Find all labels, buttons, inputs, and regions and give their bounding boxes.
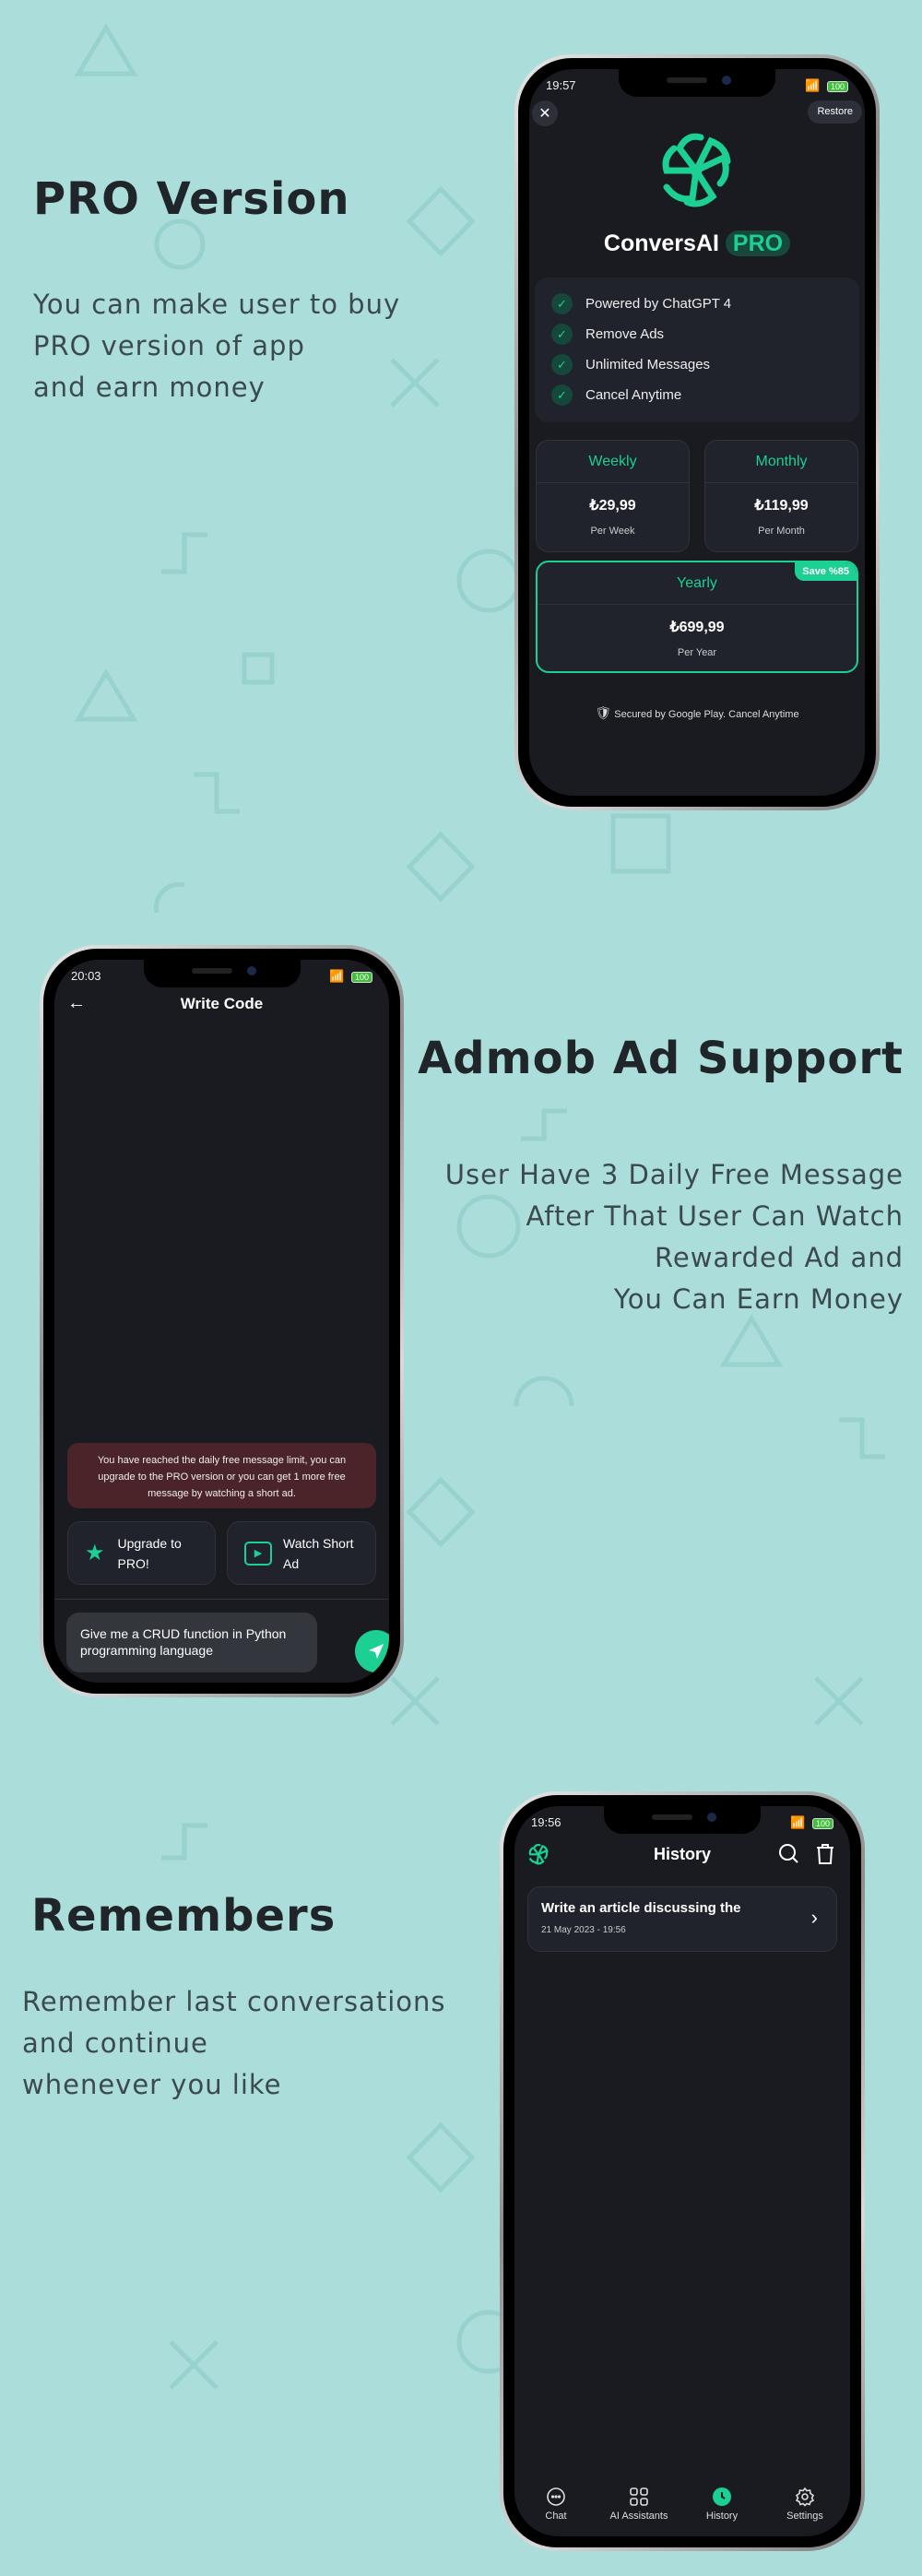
- description-line: User Have 3 Daily Free Message: [444, 1159, 904, 1190]
- shield-check-icon: 🛡︎: [595, 705, 612, 720]
- watch-label: Watch Short Ad: [283, 1535, 354, 1571]
- plan-period: Per Week: [590, 526, 635, 537]
- app-logo-icon: [662, 133, 731, 207]
- remembers-heading: Remembers: [31, 1890, 337, 1942]
- description-line: and earn money: [33, 372, 266, 403]
- description-line: You can make user to buy: [33, 289, 401, 320]
- nav-history[interactable]: History: [680, 2487, 763, 2522]
- description-line: Remember last conversations: [22, 1986, 446, 2017]
- feature-item: ✓ Cancel Anytime: [551, 380, 843, 410]
- nav-label: AI Assistants: [609, 2511, 668, 2522]
- plan-monthly[interactable]: Monthly ₺119,99 Per Month: [704, 440, 858, 552]
- status-bar: 20:03 📶 100: [71, 969, 372, 984]
- save-badge: Save %85: [795, 562, 857, 581]
- limit-notice: You have reached the daily free message …: [67, 1443, 376, 1508]
- plan-price: ₺119,99: [754, 498, 809, 514]
- admob-description: User Have 3 Daily Free Message After Tha…: [445, 1154, 904, 1320]
- check-icon: ✓: [551, 384, 573, 406]
- phone-history-screen: 19:56 📶 100 History Write an article disc…: [500, 1791, 865, 2551]
- description-line: You Can Earn Money: [613, 1283, 904, 1315]
- description-line: Rewarded Ad and: [655, 1242, 904, 1273]
- nav-settings[interactable]: Settings: [763, 2487, 846, 2522]
- description-line: whenever you like: [22, 2069, 282, 2100]
- history-date: 21 May 2023 - 19:56: [541, 1925, 626, 1935]
- feature-label: Cancel Anytime: [585, 387, 682, 403]
- app-name: ConversAI: [603, 230, 719, 256]
- secured-note: 🛡︎ Secured by Google Play. Cancel Anytim…: [529, 705, 865, 721]
- send-button[interactable]: [355, 1630, 389, 1672]
- status-time: 20:03: [71, 969, 101, 983]
- plan-yearly[interactable]: Save %85 Yearly ₺699,99 Per Year: [536, 561, 858, 673]
- nav-chat[interactable]: Chat: [514, 2487, 597, 2522]
- battery-icon: 100: [826, 81, 848, 92]
- send-icon: [369, 1644, 384, 1659]
- grid-icon: [630, 2487, 648, 2506]
- chevron-right-icon: ›: [810, 1906, 818, 1929]
- status-bar: 19:57 📶 100: [546, 78, 848, 93]
- plan-price: ₺699,99: [669, 620, 725, 635]
- chat-bubble-icon: [547, 2487, 565, 2506]
- feature-label: Powered by ChatGPT 4: [585, 296, 732, 312]
- plan-period: Per Month: [758, 526, 805, 537]
- star-icon: ★: [85, 1540, 105, 1566]
- pro-version-description: You can make user to buy PRO version of …: [33, 284, 400, 408]
- search-icon[interactable]: [778, 1843, 800, 1865]
- phone-write-code-screen: 20:03 📶 100 ← Write Code You have reached…: [40, 945, 404, 1697]
- check-icon: ✓: [551, 354, 573, 375]
- plan-weekly[interactable]: Weekly ₺29,99 Per Week: [536, 440, 690, 552]
- feature-item: ✓ Powered by ChatGPT 4: [551, 289, 843, 319]
- upgrade-pro-button[interactable]: ★ Upgrade to PRO!: [67, 1521, 216, 1585]
- watch-ad-button[interactable]: ▶ Watch Short Ad: [227, 1521, 376, 1585]
- plan-name: Monthly: [705, 441, 857, 483]
- status-bar: 19:56 📶 100: [531, 1815, 833, 1830]
- check-icon: ✓: [551, 324, 573, 345]
- history-item[interactable]: Write an article discussing the 21 May 2…: [527, 1886, 837, 1952]
- feature-item: ✓ Remove Ads: [551, 319, 843, 349]
- features-card: ✓ Powered by ChatGPT 4 ✓ Remove Ads ✓ Unlim…: [535, 278, 859, 422]
- clock-icon: [713, 2487, 731, 2506]
- feature-label: Unlimited Messages: [585, 357, 711, 372]
- plan-name: Weekly: [537, 441, 689, 483]
- trash-icon[interactable]: [815, 1843, 835, 1865]
- nav-label: History: [705, 2511, 739, 2522]
- description-line: PRO version of app: [33, 330, 305, 361]
- restore-button[interactable]: Restore: [808, 100, 862, 124]
- message-input[interactable]: Give me a CRUD function in Python progra…: [66, 1613, 317, 1672]
- feature-item: ✓ Unlimited Messages: [551, 349, 843, 380]
- secured-text: Secured by Google Play. Cancel Anytime: [614, 709, 799, 720]
- battery-icon: 100: [811, 1818, 833, 1829]
- remembers-description: Remember last conversations and continue…: [22, 1981, 445, 2106]
- status-time: 19:57: [546, 78, 576, 92]
- pro-badge: PRO: [725, 230, 791, 256]
- plan-price: ₺29,99: [589, 498, 636, 514]
- nav-label: Settings: [786, 2511, 823, 2522]
- nav-ai-assistants[interactable]: AI Assistants: [597, 2487, 680, 2522]
- battery-icon: 100: [350, 972, 372, 983]
- phone-pro-screen: 19:57 📶 100 ✕ Restore ConversAI PRO ✓ Powe…: [514, 54, 880, 810]
- divider: [54, 1599, 389, 1600]
- history-title: Write an article discussing the: [541, 1900, 741, 1916]
- pro-version-heading: PRO Version: [33, 173, 350, 225]
- description-line: and continue: [22, 2027, 208, 2059]
- upgrade-label: Upgrade to PRO!: [117, 1535, 182, 1571]
- status-time: 19:56: [531, 1815, 561, 1829]
- close-icon: ✕: [538, 106, 551, 122]
- check-icon: ✓: [551, 293, 573, 314]
- app-title: ConversAI PRO: [529, 230, 865, 257]
- gear-icon: [795, 2487, 815, 2507]
- video-play-icon: ▶: [244, 1541, 272, 1566]
- feature-label: Remove Ads: [585, 326, 665, 342]
- close-button[interactable]: ✕: [532, 100, 558, 126]
- page-title: Write Code: [180, 995, 264, 1012]
- nav-label: Chat: [545, 2511, 567, 2522]
- admob-heading: Admob Ad Support: [418, 1033, 904, 1084]
- plan-period: Per Year: [677, 647, 717, 658]
- description-line: After That User Can Watch: [526, 1200, 904, 1232]
